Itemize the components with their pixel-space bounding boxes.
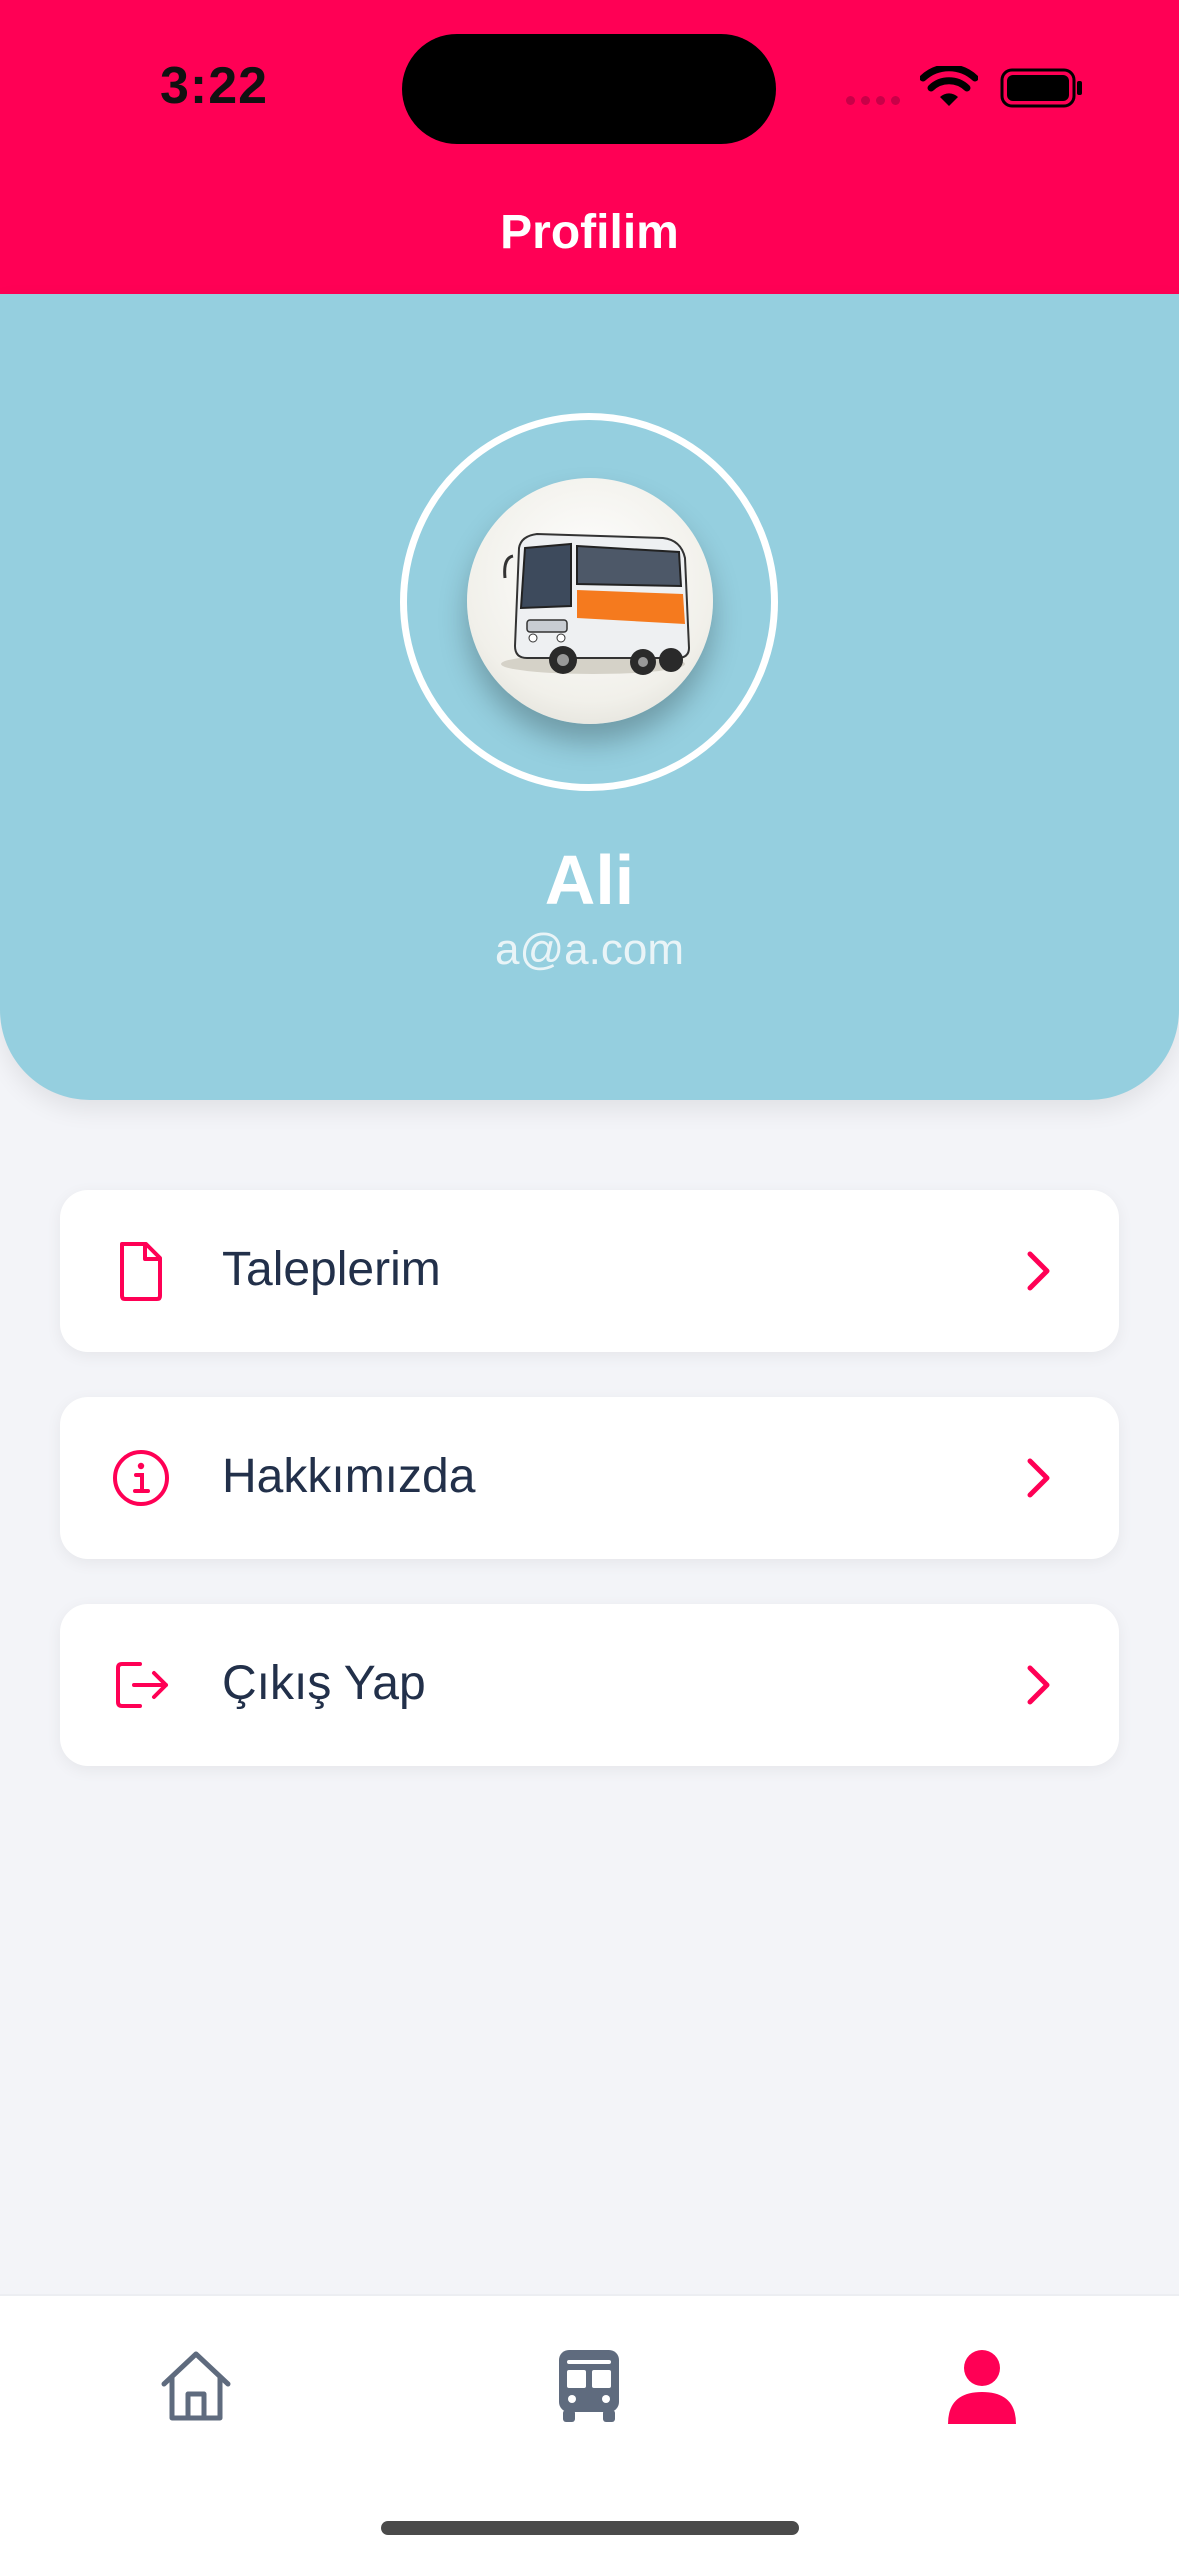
menu-item-label: Hakkımızda [222,1450,476,1503]
chevron-right-icon [1027,1251,1050,1291]
page-title: Profilim [500,206,679,259]
bus-icon[interactable] [549,2346,629,2426]
home-icon[interactable] [156,2346,236,2426]
wifi-icon [920,66,978,106]
menu-item-logout[interactable]: Çıkış Yap [60,1604,1119,1766]
user-email: a@a.com [495,925,684,974]
chevron-right-icon [1027,1458,1050,1498]
user-name: Ali [544,841,635,919]
menu-item-label: Çıkış Yap [222,1657,426,1710]
user-icon[interactable] [942,2346,1022,2426]
avatar[interactable] [467,478,713,724]
chevron-right-icon [1027,1665,1050,1705]
battery-icon [1000,68,1082,108]
dynamic-island [402,34,776,144]
menu-item-label: Taleplerim [222,1243,441,1296]
document-icon [120,1242,162,1301]
logout-icon [116,1662,168,1708]
tab-bar [0,2294,1179,2558]
status-time: 3:22 [160,57,269,115]
info-icon [113,1450,169,1506]
menu-item-requests[interactable]: Taleplerim [60,1190,1119,1352]
bus-illustration-icon [501,532,691,675]
home-indicator [381,2521,799,2535]
cellular-signal-icon [846,96,900,105]
menu-item-about[interactable]: Hakkımızda [60,1397,1119,1559]
